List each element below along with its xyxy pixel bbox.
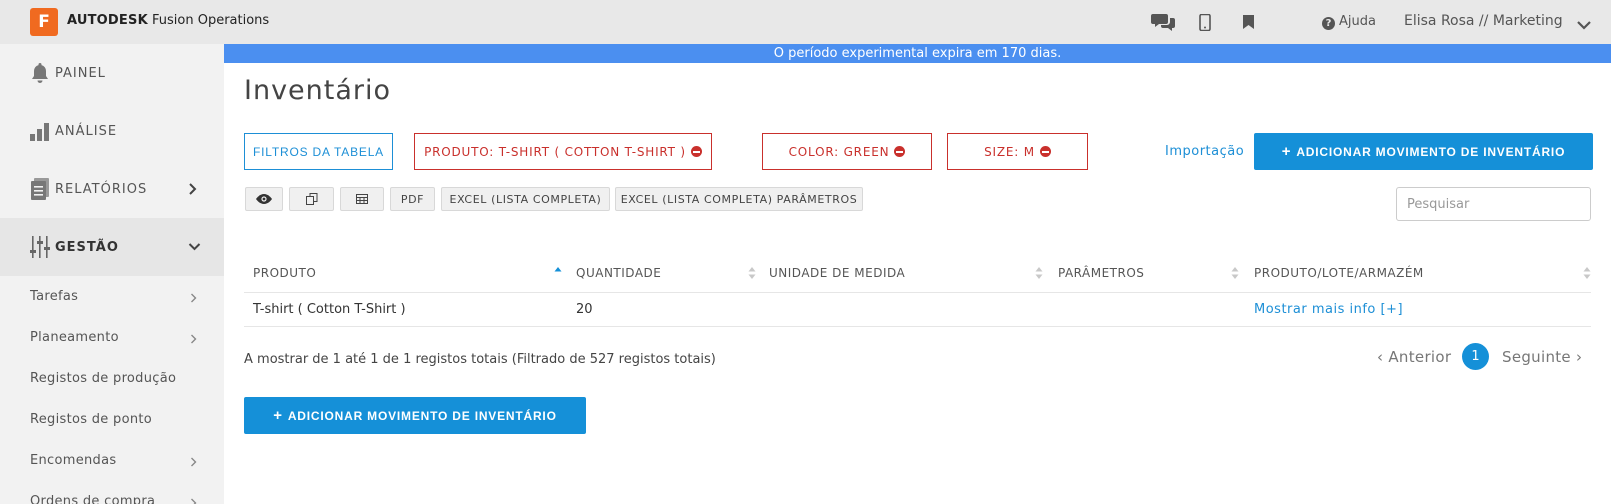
sidebar-item-label: PAINEL — [55, 65, 106, 81]
sidebar-subitem-label: Tarefas — [30, 289, 79, 304]
sort-icon[interactable] — [1231, 265, 1239, 281]
sidebar-subitem-registos-ponto[interactable]: Registos de ponto — [0, 399, 224, 441]
sidebar: PAINEL ANÁLISE RELATÓRIOS GESTÃO Tarefas… — [0, 44, 224, 504]
sidebar-subitem-label: Registos de produção — [30, 371, 177, 386]
app-title[interactable]: AUTODESK Fusion Operations — [67, 13, 269, 28]
chevron-right-icon — [191, 498, 197, 504]
add-inventory-movement-label: ADICIONAR MOVIMENTO DE INVENTÁRIO — [287, 408, 557, 423]
sort-asc-icon[interactable] — [554, 265, 562, 281]
bar-chart-icon — [30, 123, 49, 141]
help-label: Ajuda — [1339, 14, 1376, 29]
table-filters-button[interactable]: FILTROS DA TABELA — [244, 133, 393, 170]
pagination-next-label: Seguinte — [1502, 348, 1571, 366]
add-inventory-movement-button[interactable]: + ADICIONAR MOVIMENTO DE INVENTÁRIO — [1254, 133, 1593, 170]
chevron-left-icon: ‹ — [1377, 348, 1389, 366]
filter-chip-label: SIZE: M — [984, 144, 1035, 159]
chat-icon[interactable] — [1151, 10, 1175, 34]
brand-name: AUTODESK — [67, 13, 148, 28]
table-divider — [244, 326, 1591, 327]
sidebar-subitem-label: Registos de ponto — [30, 412, 153, 427]
product-name: Fusion Operations — [152, 13, 270, 28]
fusion-logo-icon[interactable]: F — [30, 8, 58, 36]
import-link[interactable]: Importação — [1165, 144, 1244, 159]
column-visibility-button[interactable] — [245, 187, 283, 211]
pagination-next[interactable]: Seguinte › — [1502, 348, 1582, 366]
plus-icon: + — [1281, 143, 1292, 160]
plus-icon: + — [273, 407, 283, 424]
cell-produto: T-shirt ( Cotton T-Shirt ) — [253, 302, 406, 317]
records-info: A mostrar de 1 até 1 de 1 registos totai… — [244, 352, 716, 367]
sidebar-item-label: ANÁLISE — [55, 123, 118, 139]
sidebar-item-analise[interactable]: ANÁLISE — [0, 102, 224, 160]
sidebar-subitem-label: Ordens de compra — [30, 494, 156, 504]
page-title: Inventário — [244, 75, 392, 106]
sidebar-item-gestao[interactable]: GESTÃO — [0, 218, 224, 276]
excel-params-export-button[interactable]: EXCEL (LISTA COMPLETA) PARÂMETROS — [615, 187, 863, 211]
pagination-current-page[interactable]: 1 — [1462, 343, 1489, 370]
cell-quantidade: 20 — [576, 302, 593, 317]
filter-chip-label: COLOR: GREEN — [788, 144, 890, 159]
column-header-quantidade[interactable]: QUANTIDADE — [576, 266, 661, 280]
table-icon — [356, 194, 368, 204]
pdf-export-button[interactable]: PDF — [390, 187, 435, 211]
chevron-right-icon — [191, 334, 197, 344]
filter-chip-color[interactable]: COLOR: GREEN — [762, 133, 932, 170]
column-header-produto-lote-armazem[interactable]: PRODUTO/LOTE/ARMAZÉM — [1254, 266, 1424, 280]
document-icon — [31, 178, 49, 200]
remove-filter-icon[interactable] — [690, 146, 702, 157]
sidebar-subitem-label: Planeamento — [30, 330, 119, 345]
sidebar-subitem-label: Encomendas — [30, 453, 117, 468]
mobile-icon[interactable] — [1193, 10, 1217, 34]
help-icon: ? — [1322, 17, 1335, 30]
table-divider — [244, 292, 1591, 293]
sidebar-subitem-planeamento[interactable]: Planeamento — [0, 317, 224, 359]
filter-chip-produto[interactable]: PRODUTO: T-SHIRT ( COTTON T-SHIRT ) — [414, 133, 712, 170]
column-header-parametros[interactable]: PARÂMETROS — [1058, 266, 1144, 280]
sort-icon[interactable] — [1035, 265, 1043, 281]
sidebar-item-painel[interactable]: PAINEL — [0, 44, 224, 102]
column-header-produto[interactable]: PRODUTO — [253, 266, 316, 280]
chevron-down-icon — [188, 243, 201, 251]
bookmark-icon[interactable] — [1236, 10, 1260, 34]
pagination-previous[interactable]: ‹ Anterior — [1377, 348, 1451, 366]
remove-filter-icon[interactable] — [1039, 146, 1051, 157]
table-view-button[interactable] — [340, 187, 384, 211]
column-header-unidade-medida[interactable]: UNIDADE DE MEDIDA — [769, 266, 905, 280]
excel-export-button[interactable]: EXCEL (LISTA COMPLETA) — [441, 187, 610, 211]
chevron-right-icon: › — [1570, 348, 1583, 366]
copy-icon — [305, 193, 317, 205]
chevron-right-icon — [189, 183, 197, 195]
top-bar: F AUTODESK Fusion Operations ? Ajuda Elis… — [0, 0, 1611, 44]
filter-chip-size[interactable]: SIZE: M — [947, 133, 1088, 170]
sort-icon[interactable] — [1583, 265, 1591, 281]
sidebar-subitem-encomendas[interactable]: Encomendas — [0, 440, 224, 482]
sidebar-item-relatorios[interactable]: RELATÓRIOS — [0, 160, 224, 218]
chevron-right-icon — [191, 457, 197, 467]
user-menu[interactable]: Elisa Rosa // Marketing — [1404, 13, 1563, 29]
eye-icon — [256, 194, 272, 204]
filter-chip-label: PRODUTO: T-SHIRT ( COTTON T-SHIRT ) — [424, 144, 686, 159]
chevron-right-icon — [191, 293, 197, 303]
add-inventory-movement-bottom-button[interactable]: + ADICIONAR MOVIMENTO DE INVENTÁRIO — [244, 397, 586, 434]
sliders-icon — [30, 236, 50, 258]
search-input[interactable] — [1396, 187, 1591, 221]
show-more-info-link[interactable]: Mostrar mais info [+] — [1254, 302, 1403, 317]
sidebar-item-label: GESTÃO — [55, 239, 119, 255]
sidebar-item-label: RELATÓRIOS — [55, 181, 148, 197]
remove-filter-icon[interactable] — [894, 146, 906, 157]
sidebar-subitem-registos-producao[interactable]: Registos de produção — [0, 358, 224, 400]
add-inventory-movement-label: ADICIONAR MOVIMENTO DE INVENTÁRIO — [1296, 144, 1566, 159]
sidebar-subitem-tarefas[interactable]: Tarefas — [0, 276, 224, 318]
chevron-down-icon[interactable] — [1577, 15, 1591, 34]
trial-banner: O período experimental expira em 170 dia… — [224, 44, 1611, 63]
sort-icon[interactable] — [748, 265, 756, 281]
bell-icon — [32, 63, 48, 83]
help-link[interactable]: ? Ajuda — [1322, 14, 1376, 30]
copy-button[interactable] — [289, 187, 334, 211]
pagination-previous-label: Anterior — [1388, 348, 1452, 366]
sidebar-subitem-ordens-compra[interactable]: Ordens de compra — [0, 481, 224, 504]
